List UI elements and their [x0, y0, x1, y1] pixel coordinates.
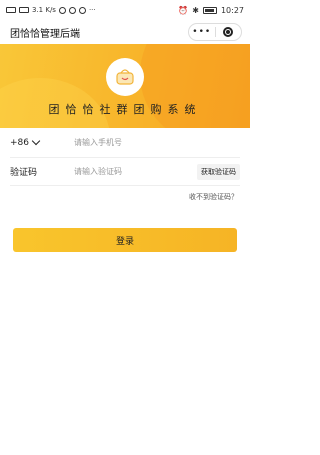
nav-bar: 团恰恰管理后端 ••• [0, 20, 250, 44]
close-mini-program-button[interactable] [216, 24, 242, 40]
get-code-button[interactable]: 获取验证码 [197, 163, 240, 180]
status-bar: 3.1 K/s ··· ⏰ ✱ 10:27 [0, 0, 250, 20]
no-code-link[interactable]: 收不到验证码？ [0, 192, 238, 202]
chevron-down-icon [31, 136, 41, 146]
code-label: 验证码 [10, 168, 38, 178]
target-icon [223, 27, 234, 37]
login-button[interactable]: 登录 [13, 228, 237, 252]
alarm-icon: ⏰ [178, 5, 189, 15]
country-code-select[interactable]: +86 [10, 136, 70, 148]
phone-input[interactable] [70, 138, 240, 147]
status-right: ⏰ ✱ 10:27 [178, 6, 244, 15]
network-speed: 3.1 K/s [32, 6, 56, 14]
banner-title: 团恰恰社群团购系统 [48, 103, 202, 116]
clock: 10:27 [220, 5, 244, 15]
page-title: 团恰恰管理后端 [10, 28, 80, 40]
app-logo [106, 58, 144, 96]
code-input[interactable] [70, 167, 197, 176]
notification-icon [58, 6, 66, 14]
basket-icon [116, 69, 134, 85]
battery-icon [202, 6, 217, 14]
signal-icon-2 [19, 7, 29, 13]
status-left: 3.1 K/s ··· [6, 6, 96, 14]
login-form: +86 验证码 获取验证码 收不到验证码？ [0, 128, 250, 202]
country-code: +86 [10, 137, 29, 148]
phone-row: +86 [10, 128, 240, 158]
more-notifications-icon: ··· [88, 6, 96, 14]
mini-program-capsule: ••• [188, 23, 242, 41]
app-notification-icon [68, 6, 76, 14]
header-banner: 团恰恰社群团购系统 [0, 44, 250, 128]
bluetooth-icon: ✱ [192, 5, 199, 15]
more-menu-button[interactable]: ••• [189, 24, 215, 40]
signal-icon [6, 7, 16, 13]
code-row: 验证码 获取验证码 [10, 158, 240, 186]
app-notification-icon-2 [78, 6, 86, 14]
